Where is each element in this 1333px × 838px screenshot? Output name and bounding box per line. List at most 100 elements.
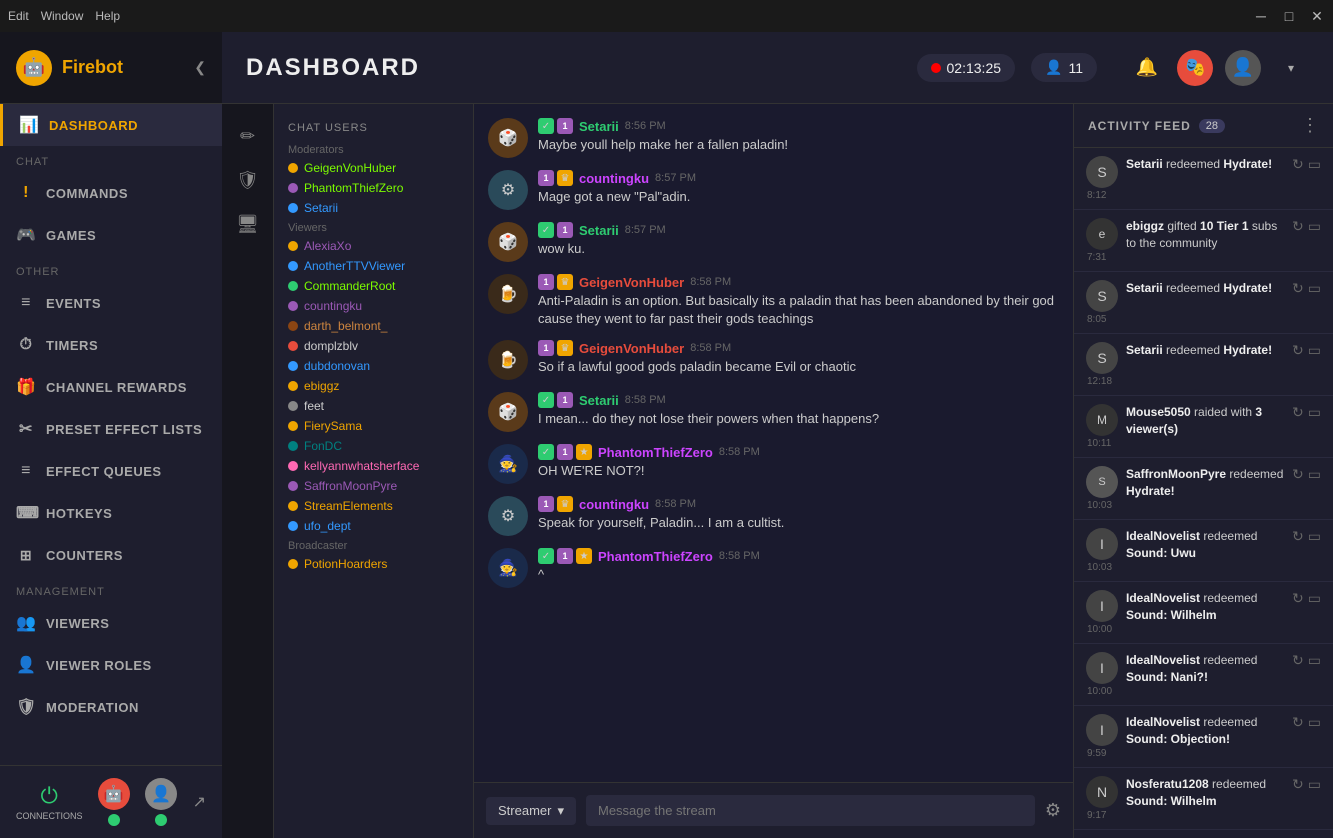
feed-dismiss-button[interactable]: ▭ [1308,404,1321,421]
message-badges: ✓ 1 [538,118,573,134]
list-item[interactable]: countingku [274,296,473,316]
sidebar-item-viewer-roles[interactable]: 👤 VIEWER ROLES [0,644,222,686]
sidebar-item-preset-effects[interactable]: ✂ PRESET EFFECT LISTS [0,408,222,450]
shield-icon-btn[interactable]: 🛡 [228,160,268,200]
sidebar-item-channel-rewards[interactable]: 🎁 CHANNEL REWARDS [0,366,222,408]
sidebar-item-timers[interactable]: ⏱ TIMERS [0,324,222,366]
sidebar-item-games[interactable]: 🎮 GAMES [0,214,222,256]
feed-refresh-button[interactable]: ↻ [1292,280,1304,297]
user-geigenvonhuber[interactable]: GeigenVonHuber [274,158,473,178]
sidebar-label-games: GAMES [46,228,96,243]
games-icon: 🎮 [16,225,36,245]
feed-dismiss-button[interactable]: ▭ [1308,714,1321,731]
streamer-dropdown-button[interactable]: Streamer ▾ [486,797,576,825]
list-item[interactable]: domplzblv [274,336,473,356]
feed-refresh-button[interactable]: ↻ [1292,776,1304,793]
message-time: 8:57 PM [625,224,666,236]
badge-check: ✓ [538,222,554,238]
avatar: 🎲 [488,118,528,158]
minimize-button[interactable]: ─ [1253,8,1269,24]
user-dot [288,461,298,471]
sidebar-collapse-button[interactable]: ❮ [194,59,206,76]
close-button[interactable]: ✕ [1309,8,1325,24]
avatar: 🍺 [488,340,528,380]
list-item[interactable]: kellyannwhatsherface [274,456,473,476]
sidebar-item-moderation[interactable]: 🛡 MODERATION [0,686,222,728]
menu-help[interactable]: Help [95,9,120,23]
feed-dismiss-button[interactable]: ▭ [1308,342,1321,359]
message-time: 8:58 PM [625,394,666,406]
notifications-button[interactable]: 🔔 [1129,50,1165,86]
user-avatar-gray[interactable]: 👤 [1225,50,1261,86]
list-item[interactable]: dubdonovan [274,356,473,376]
user-dropdown-button[interactable]: ▾ [1273,50,1309,86]
monitor-icon-btn[interactable]: 🖥 [228,204,268,244]
list-item[interactable]: FierySama [274,416,473,436]
feed-refresh-button[interactable]: ↻ [1292,528,1304,545]
feed-refresh-button[interactable]: ↻ [1292,714,1304,731]
feed-refresh-button[interactable]: ↻ [1292,218,1304,235]
message-text: I mean... do they not lose their powers … [538,410,1059,428]
user-avatar-red[interactable]: 🎭 [1177,50,1213,86]
feed-refresh-button[interactable]: ↻ [1292,342,1304,359]
list-item[interactable]: FonDC [274,436,473,456]
message-time: 8:57 PM [655,172,696,184]
list-item[interactable]: AlexiaXo [274,236,473,256]
list-item[interactable]: feet [274,396,473,416]
sidebar-item-viewers[interactable]: 👥 VIEWERS [0,602,222,644]
menu-window[interactable]: Window [41,9,84,23]
list-item[interactable]: SaffronMoonPyre [274,476,473,496]
sidebar-label-channel-rewards: CHANNEL REWARDS [46,380,187,395]
feed-menu-button[interactable]: ⋮ [1301,115,1319,136]
connections-power[interactable]: ⏻ CONNECTIONS [16,783,83,821]
feed-dismiss-button[interactable]: ▭ [1308,590,1321,607]
message-time: 8:58 PM [690,342,731,354]
list-item[interactable]: AnotherTTVViewer [274,256,473,276]
feed-dismiss-button[interactable]: ▭ [1308,218,1321,235]
maximize-button[interactable]: □ [1281,8,1297,24]
pencil-icon-btn[interactable]: ✏ [228,116,268,156]
table-row: ⚙ 1 ♛ countingku 8:57 PM Mage got a new … [474,164,1073,216]
feed-refresh-button[interactable]: ↻ [1292,652,1304,669]
feed-dismiss-button[interactable]: ▭ [1308,466,1321,483]
sidebar-item-commands[interactable]: ! COMMANDS [0,172,222,214]
feed-refresh-button[interactable]: ↻ [1292,590,1304,607]
message-header: ✓ 1 Setarii 8:58 PM [538,392,1059,408]
list-item[interactable]: ebiggz [274,376,473,396]
list-item[interactable]: CommanderRoot [274,276,473,296]
sidebar-item-counters[interactable]: ⊞ COUNTERS [0,534,222,576]
connections-bot[interactable]: 🤖 [98,778,130,826]
list-item[interactable]: StreamElements [274,496,473,516]
connections-external[interactable]: ↗ [193,792,206,812]
badge-yellow: ★ [576,548,592,564]
feed-refresh-button[interactable]: ↻ [1292,404,1304,421]
badge-sub: 1 [557,392,573,408]
feed-dismiss-button[interactable]: ▭ [1308,528,1321,545]
user-phantomthiefzero[interactable]: PhantomThiefZero [274,178,473,198]
chat-settings-icon[interactable]: ⚙ [1045,800,1061,821]
bot-avatar: 🤖 [98,778,130,810]
user-name: domplzblv [304,339,358,353]
feed-dismiss-button[interactable]: ▭ [1308,156,1321,173]
feed-dismiss-button[interactable]: ▭ [1308,652,1321,669]
user-dot [288,401,298,411]
list-item[interactable]: ufo_dept [274,516,473,536]
sidebar-item-effect-queues[interactable]: ≡ EFFECT QUEUES [0,450,222,492]
table-row: 🍺 1 ♛ GeigenVonHuber 8:58 PM So if a law [474,334,1073,386]
hotkeys-icon: ⌨ [16,503,36,523]
feed-dismiss-button[interactable]: ▭ [1308,280,1321,297]
feed-content: Mouse5050 raided with 3 viewer(s) [1126,404,1284,438]
feed-refresh-button[interactable]: ↻ [1292,466,1304,483]
list-item[interactable]: PotionHoarders [274,554,473,574]
chat-message-input[interactable] [586,795,1035,826]
user-setarii[interactable]: Setarii [274,198,473,218]
list-item[interactable]: darth_belmont_ [274,316,473,336]
menu-edit[interactable]: Edit [8,9,29,23]
user-name: SaffronMoonPyre [304,479,397,493]
feed-dismiss-button[interactable]: ▭ [1308,776,1321,793]
connections-channel[interactable]: 👤 [145,778,177,826]
sidebar-item-hotkeys[interactable]: ⌨ HOTKEYS [0,492,222,534]
sidebar-item-dashboard[interactable]: 📊 DASHBOARD [0,104,222,146]
feed-refresh-button[interactable]: ↻ [1292,156,1304,173]
sidebar-item-events[interactable]: ≡ EVENTS [0,282,222,324]
